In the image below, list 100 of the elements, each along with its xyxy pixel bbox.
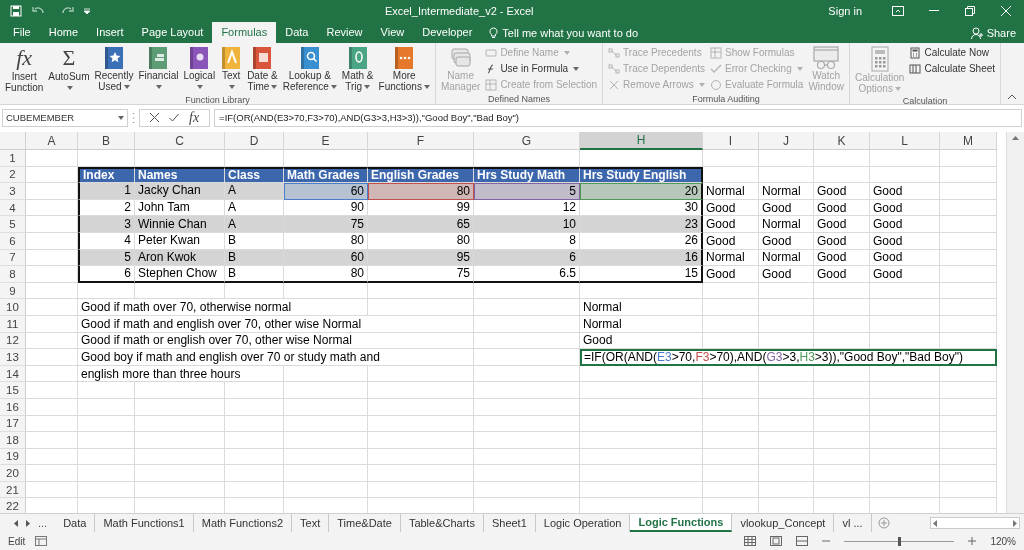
page-layout-view-icon[interactable] [770, 536, 783, 546]
grid-cell[interactable] [870, 299, 940, 316]
grid-cell[interactable] [814, 398, 870, 416]
tell-me-search[interactable]: Tell me what you want to do [481, 22, 647, 43]
grid-cell[interactable] [814, 382, 870, 399]
grid-cell[interactable]: Good [759, 266, 814, 283]
insert-function-button[interactable]: fx [189, 109, 200, 126]
grid-cell[interactable] [26, 282, 78, 300]
grid-cell[interactable] [78, 465, 135, 482]
grid-cell[interactable]: Normal [580, 299, 703, 316]
grid-cell[interactable] [135, 432, 225, 449]
grid-cell[interactable] [368, 282, 474, 300]
grid-cell[interactable] [759, 382, 814, 399]
grid-cell[interactable] [368, 382, 474, 399]
grid-cell[interactable]: Good [703, 199, 759, 217]
grid-cell[interactable] [580, 398, 703, 416]
grid-cell[interactable] [940, 448, 997, 466]
column-header[interactable]: G [474, 132, 580, 150]
grid-cell[interactable] [26, 299, 78, 316]
grid-cell[interactable] [225, 415, 284, 433]
grid-cell[interactable] [474, 481, 580, 499]
grid-cell[interactable] [26, 432, 78, 449]
grid-cell[interactable] [474, 398, 580, 416]
grid-cell[interactable] [759, 481, 814, 499]
ribbon-button[interactable]: More Functions [376, 45, 432, 93]
grid-cell[interactable] [474, 415, 580, 433]
grid-cell[interactable] [759, 150, 814, 167]
grid-cell[interactable] [368, 432, 474, 449]
grid-cell[interactable] [703, 299, 759, 316]
close-icon[interactable] [1001, 6, 1011, 16]
grid-cell[interactable] [78, 150, 135, 167]
ribbon-display-icon[interactable] [892, 6, 904, 16]
grid-cell[interactable] [940, 382, 997, 399]
grid-cell[interactable] [940, 266, 997, 283]
grid-cell[interactable] [870, 365, 940, 383]
grid-cell[interactable] [580, 415, 703, 433]
grid-cell[interactable] [135, 382, 225, 399]
grid-cell[interactable] [580, 365, 703, 383]
grid-cell[interactable] [368, 415, 474, 433]
grid-cell[interactable] [940, 199, 997, 217]
grid-cell[interactable] [759, 448, 814, 466]
grid-cell[interactable] [26, 150, 78, 167]
grid-cell[interactable]: Good [870, 249, 940, 267]
ribbon-tab[interactable]: Home [39, 22, 88, 43]
column-header[interactable]: K [814, 132, 870, 150]
grid-cell[interactable] [814, 481, 870, 499]
grid-cell[interactable] [759, 299, 814, 316]
grid-cell[interactable] [26, 465, 78, 482]
grid-cell[interactable] [940, 465, 997, 482]
grid-cell[interactable] [474, 382, 580, 399]
grid-cell[interactable] [940, 432, 997, 449]
grid-cell[interactable] [870, 415, 940, 433]
more-sheets-button[interactable]: ... [38, 517, 48, 529]
ribbon-tab[interactable]: View [371, 22, 414, 43]
grid-cell[interactable] [870, 448, 940, 466]
grid-cell[interactable] [368, 448, 474, 466]
grid-cell[interactable]: Good [703, 216, 759, 233]
grid-cell[interactable]: Good [870, 183, 940, 200]
grid-cell[interactable] [759, 315, 814, 333]
grid-cell[interactable]: Good if math and english over 70, other wise Normal [78, 315, 474, 333]
grid-cell[interactable]: Normal [703, 183, 759, 200]
next-sheet-icon[interactable] [26, 519, 30, 527]
grid-cell[interactable] [225, 481, 284, 499]
ribbon-button[interactable]: Σ AutoSum [46, 45, 92, 94]
column-header[interactable]: F [368, 132, 474, 150]
grid-cell[interactable]: Good [870, 266, 940, 283]
grid-cell[interactable] [135, 448, 225, 466]
grid-cell[interactable] [703, 365, 759, 383]
grid-cell[interactable] [870, 315, 940, 333]
grid-cell[interactable] [78, 481, 135, 499]
column-header[interactable]: B [78, 132, 135, 150]
grid-cell[interactable] [759, 365, 814, 383]
name-box[interactable]: CUBEMEMBER [2, 108, 128, 127]
grid-cell[interactable]: Normal [759, 216, 814, 233]
grid-cell[interactable] [26, 398, 78, 416]
ribbon-button[interactable]: fx Insert Function [3, 45, 46, 94]
grid-cell[interactable] [759, 415, 814, 433]
grid-cell[interactable]: Good [814, 232, 870, 250]
grid-cell[interactable] [26, 315, 78, 333]
grid-cell[interactable] [703, 481, 759, 499]
grid-cell[interactable] [940, 166, 997, 184]
zoom-in-icon[interactable] [968, 537, 977, 545]
grid-cell[interactable] [814, 432, 870, 449]
grid-cell[interactable] [78, 448, 135, 466]
grid-cell[interactable]: Normal [759, 249, 814, 267]
grid-cell[interactable]: Good [814, 199, 870, 217]
grid-cell[interactable]: Good [759, 199, 814, 217]
grid-cell[interactable] [759, 282, 814, 300]
minimize-icon[interactable] [929, 10, 939, 12]
grid-cell[interactable] [474, 448, 580, 466]
ribbon-button[interactable]: Text [218, 45, 245, 93]
grid-cell[interactable] [225, 432, 284, 449]
grid-cell[interactable] [870, 432, 940, 449]
grid-cell[interactable] [78, 432, 135, 449]
grid-cell[interactable] [940, 232, 997, 250]
grid-cell[interactable] [368, 465, 474, 482]
grid-cell[interactable] [703, 282, 759, 300]
grid-cell[interactable] [759, 398, 814, 416]
grid-cell[interactable]: Good [814, 249, 870, 267]
grid-cell[interactable]: Good [759, 232, 814, 250]
